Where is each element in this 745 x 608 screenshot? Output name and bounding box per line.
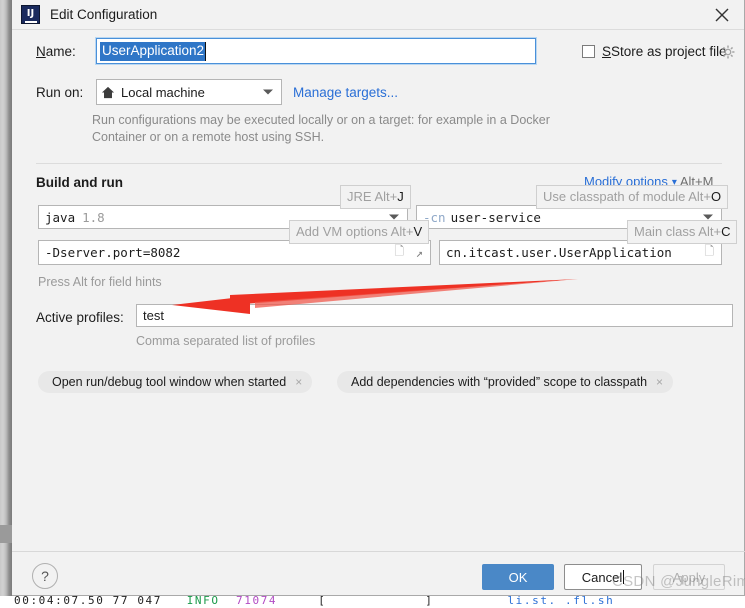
divider-top xyxy=(36,163,722,164)
console-time: 00:04:07.50 77 047 xyxy=(14,596,163,607)
chevron-down-icon xyxy=(389,214,399,220)
document-icon[interactable]: 🗋 xyxy=(394,242,404,263)
console-strip: 00:04:07.50 77 047 INFO 71074 [ ] li.st.… xyxy=(0,596,745,608)
apply-button: Apply xyxy=(653,564,725,590)
chevron-down-icon xyxy=(703,214,713,220)
console-pid: 71074 xyxy=(236,596,278,607)
chevron-down-icon xyxy=(263,89,273,95)
active-profiles-input[interactable]: test xyxy=(136,304,733,327)
jre-alt-hint: JRE Alt+J xyxy=(340,185,411,209)
name-input[interactable]: UserApplication2 xyxy=(96,38,536,64)
vm-options-alt-hint: Add VM options Alt+V xyxy=(289,220,430,244)
jre-value: java xyxy=(45,209,76,225)
run-on-hint: Run configurations may be executed local… xyxy=(92,113,550,144)
name-input-value: UserApplication2 xyxy=(100,41,207,61)
press-alt-hint: Press Alt for field hints xyxy=(38,275,162,289)
name-label: Name: xyxy=(36,44,76,59)
dialog-title: Edit Configuration xyxy=(50,7,158,22)
help-button[interactable]: ? xyxy=(32,563,58,589)
main-class-alt-hint-key: C xyxy=(721,224,731,239)
build-and-run-title: Build and run xyxy=(36,175,123,190)
text-caret xyxy=(623,570,625,584)
expand-icon[interactable]: ↗ xyxy=(416,246,423,260)
classpath-module-alt-hint: Use classpath of module Alt+O xyxy=(536,185,729,209)
cancel-button-label: Cancel xyxy=(581,569,623,585)
vm-options-alt-hint-key: V xyxy=(413,224,423,239)
close-icon[interactable]: × xyxy=(295,375,302,389)
gear-icon[interactable] xyxy=(721,45,735,59)
vm-options-alt-hint-text: Add VM options Alt+ xyxy=(296,224,414,239)
main-class-alt-hint: Main class Alt+C xyxy=(627,220,738,244)
document-icon[interactable]: 🗋 xyxy=(704,242,714,263)
chip-add-provided-dependencies[interactable]: Add dependencies with “provided” scope t… xyxy=(337,371,674,393)
jre-version: 1.8 xyxy=(82,209,105,225)
manage-targets-link[interactable]: Manage targets... xyxy=(293,85,398,100)
footer-divider xyxy=(12,551,745,552)
console-bracket-close: ] xyxy=(425,596,434,607)
store-as-project-file-label[interactable]: SStore as project file xyxy=(602,44,727,59)
background-left-strip xyxy=(0,0,12,600)
console-tail: li.st. .fl.sh xyxy=(507,596,615,607)
chip-label: Add dependencies with “provided” scope t… xyxy=(351,375,648,389)
background-left-strip-segment xyxy=(0,525,12,543)
module-value: user-service xyxy=(450,209,541,225)
intellij-idea-icon: IJ xyxy=(21,5,40,24)
vm-options-value: -Dserver.port=8082 xyxy=(45,245,181,260)
main-class-value: cn.itcast.user.UserApplication xyxy=(446,245,672,260)
home-icon xyxy=(101,86,115,99)
ok-button[interactable]: OK xyxy=(482,564,554,590)
chip-label: Open run/debug tool window when started xyxy=(52,375,287,389)
dialog-title-bar: IJ Edit Configuration xyxy=(12,0,744,30)
active-profiles-hint: Comma separated list of profiles xyxy=(136,334,316,348)
close-icon[interactable] xyxy=(710,3,734,27)
store-as-project-file-text: Store as project file xyxy=(611,44,727,59)
main-class-alt-hint-text: Main class Alt+ xyxy=(634,224,722,239)
console-level: INFO xyxy=(186,596,220,607)
jre-alt-hint-key: J xyxy=(397,189,404,204)
run-on-label: Run on: xyxy=(36,85,84,100)
console-bracket-open: [ xyxy=(318,596,327,607)
cancel-button[interactable]: Cancel xyxy=(564,564,642,590)
screen-root: IJ Edit Configuration Name: UserApplicat… xyxy=(0,0,745,608)
classpath-module-alt-hint-key: O xyxy=(711,189,722,204)
active-profiles-value: test xyxy=(143,308,164,323)
run-on-combobox[interactable]: Local machine xyxy=(96,79,282,105)
store-as-project-file-checkbox[interactable] xyxy=(582,45,595,58)
classpath-module-alt-hint-text: Use classpath of module Alt+ xyxy=(543,189,712,204)
close-icon[interactable]: × xyxy=(656,375,663,389)
active-profiles-label: Active profiles: xyxy=(36,310,124,325)
jre-alt-hint-text: JRE Alt+ xyxy=(347,189,398,204)
chip-open-run-debug-tool-window[interactable]: Open run/debug tool window when started … xyxy=(38,371,313,393)
run-on-value: Local machine xyxy=(121,84,205,100)
console-line: 00:04:07.50 77 047 INFO 71074 [ ] li.st.… xyxy=(14,596,614,607)
edit-configuration-dialog: IJ Edit Configuration Name: UserApplicat… xyxy=(12,0,745,596)
